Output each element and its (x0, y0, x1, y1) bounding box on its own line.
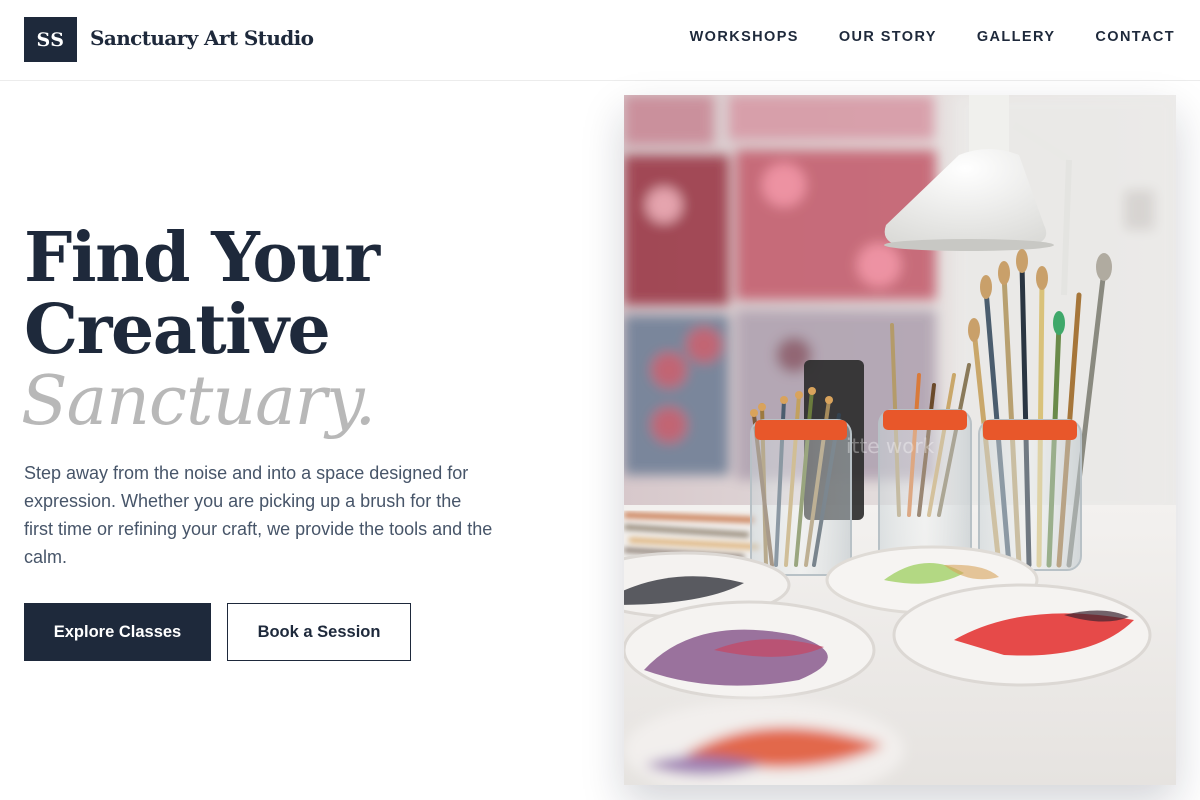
hero-description: Step away from the noise and into a spac… (24, 463, 493, 567)
brand-name[interactable]: Sanctuary Art Studio (90, 26, 314, 50)
explore-classes-button[interactable]: Explore Classes (24, 603, 211, 661)
nav-link-our-story[interactable]: OUR STORY (839, 29, 937, 45)
headline-line-2: Creative (24, 290, 331, 370)
nav-link-gallery[interactable]: GALLERY (977, 29, 1056, 45)
studio-photo: itte work (624, 95, 1176, 785)
headline-line-1: Find Your (24, 218, 380, 298)
nav-link-contact[interactable]: CONTACT (1095, 29, 1175, 45)
logo-mark[interactable]: SS (24, 17, 77, 62)
hero-headline: Find Your Creative Sanctuary. (21, 218, 380, 441)
main-nav: WORKSHOPS OUR STORY GALLERY CONTACT (690, 29, 1175, 45)
hero-image: itte work (624, 95, 1176, 785)
nav-link-workshops[interactable]: WORKSHOPS (690, 29, 799, 45)
book-session-button[interactable]: Book a Session (227, 603, 411, 661)
headline-accent: Sanctuary. (21, 362, 376, 441)
site-header: SS Sanctuary Art Studio WORKSHOPS OUR ST… (0, 0, 1200, 81)
image-watermark: itte work (846, 434, 935, 458)
